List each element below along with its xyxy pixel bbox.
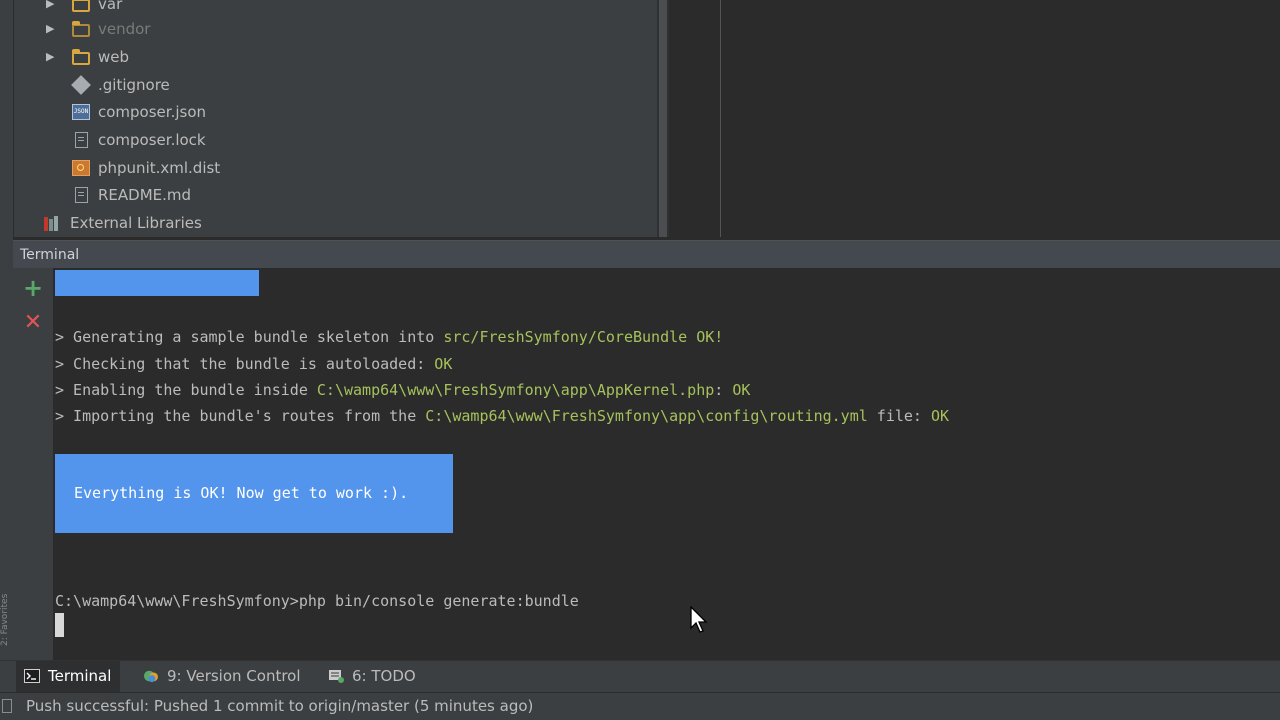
tool-windows-toggle-icon[interactable]: [2, 699, 12, 713]
file-icon: [75, 187, 88, 203]
expand-arrow-icon[interactable]: ▶: [46, 0, 56, 17]
project-scrollbar[interactable]: [657, 0, 669, 237]
xml-file-icon: [72, 160, 90, 176]
tab-todo[interactable]: 6: TODO: [320, 661, 430, 692]
git-file-icon: [71, 75, 91, 95]
terminal-icon: [24, 669, 40, 683]
tree-item-label: .gitignore: [98, 76, 170, 94]
success-message: Everything is OK! Now get to work :).: [74, 484, 409, 502]
mouse-pointer-icon: [690, 606, 708, 633]
success-message-box: Everything is OK! Now get to work :).: [55, 454, 453, 533]
version-control-icon: [144, 670, 158, 683]
tab-terminal[interactable]: Terminal: [16, 661, 120, 692]
project-tree-panel: ▶ var ▶ vendor ▶ web .gitignore JSON com…: [0, 0, 657, 237]
terminal-line: > Generating a sample bundle skeleton in…: [55, 328, 724, 346]
expand-arrow-icon[interactable]: ▶: [46, 16, 56, 42]
tree-item-label: web: [98, 48, 130, 66]
tab-version-control[interactable]: 9: Version Control: [135, 661, 310, 692]
terminal-prompt: C:\wamp64\www\FreshSymfony>php bin/conso…: [55, 592, 579, 610]
tab-label: Terminal: [48, 667, 112, 685]
plus-icon[interactable]: +: [21, 276, 45, 300]
status-message[interactable]: Push successful: Pushed 1 commit to orig…: [26, 693, 533, 720]
editor-area[interactable]: [669, 0, 1280, 237]
terminal-line: > Enabling the bundle inside C:\wamp64\w…: [55, 381, 751, 399]
tree-item-label: External Libraries: [70, 214, 202, 232]
tab-label: 6: TODO: [352, 667, 416, 685]
todo-icon: [329, 670, 344, 683]
editor-gutter-divider: [720, 0, 721, 237]
file-icon: [75, 132, 88, 148]
terminal-line: > Checking that the bundle is autoloaded…: [55, 355, 453, 373]
json-file-icon: JSON: [72, 104, 90, 120]
status-bar: Push successful: Pushed 1 commit to orig…: [0, 692, 1280, 720]
tree-item-label: vendor: [98, 20, 151, 38]
tab-label: 9: Version Control: [167, 667, 301, 685]
tree-item-label: phpunit.xml.dist: [98, 159, 221, 177]
close-icon[interactable]: ✕: [21, 311, 45, 335]
favorites-stripe-label[interactable]: 2: Favorites: [0, 536, 9, 646]
folder-icon: [72, 49, 90, 65]
terminal-cursor: [55, 613, 64, 637]
output-highlight-bar: [55, 270, 259, 296]
tree-item-label: README.md: [98, 186, 192, 204]
tree-item-label: var: [98, 0, 123, 13]
folder-icon: [72, 0, 90, 12]
folder-icon: [72, 21, 90, 37]
terminal-toolbar: + ✕: [13, 268, 54, 660]
terminal-header[interactable]: Terminal: [13, 240, 1280, 268]
tool-window-bar: Terminal 9: Version Control 6: TODO: [0, 660, 1280, 692]
terminal-title: Terminal: [20, 247, 80, 263]
libraries-icon: [44, 215, 62, 231]
tree-item-label: composer.json: [98, 103, 207, 121]
terminal-line: > Importing the bundle's routes from the…: [55, 407, 950, 425]
tree-item-label: composer.lock: [98, 131, 206, 149]
expand-arrow-icon[interactable]: ▶: [46, 44, 56, 70]
